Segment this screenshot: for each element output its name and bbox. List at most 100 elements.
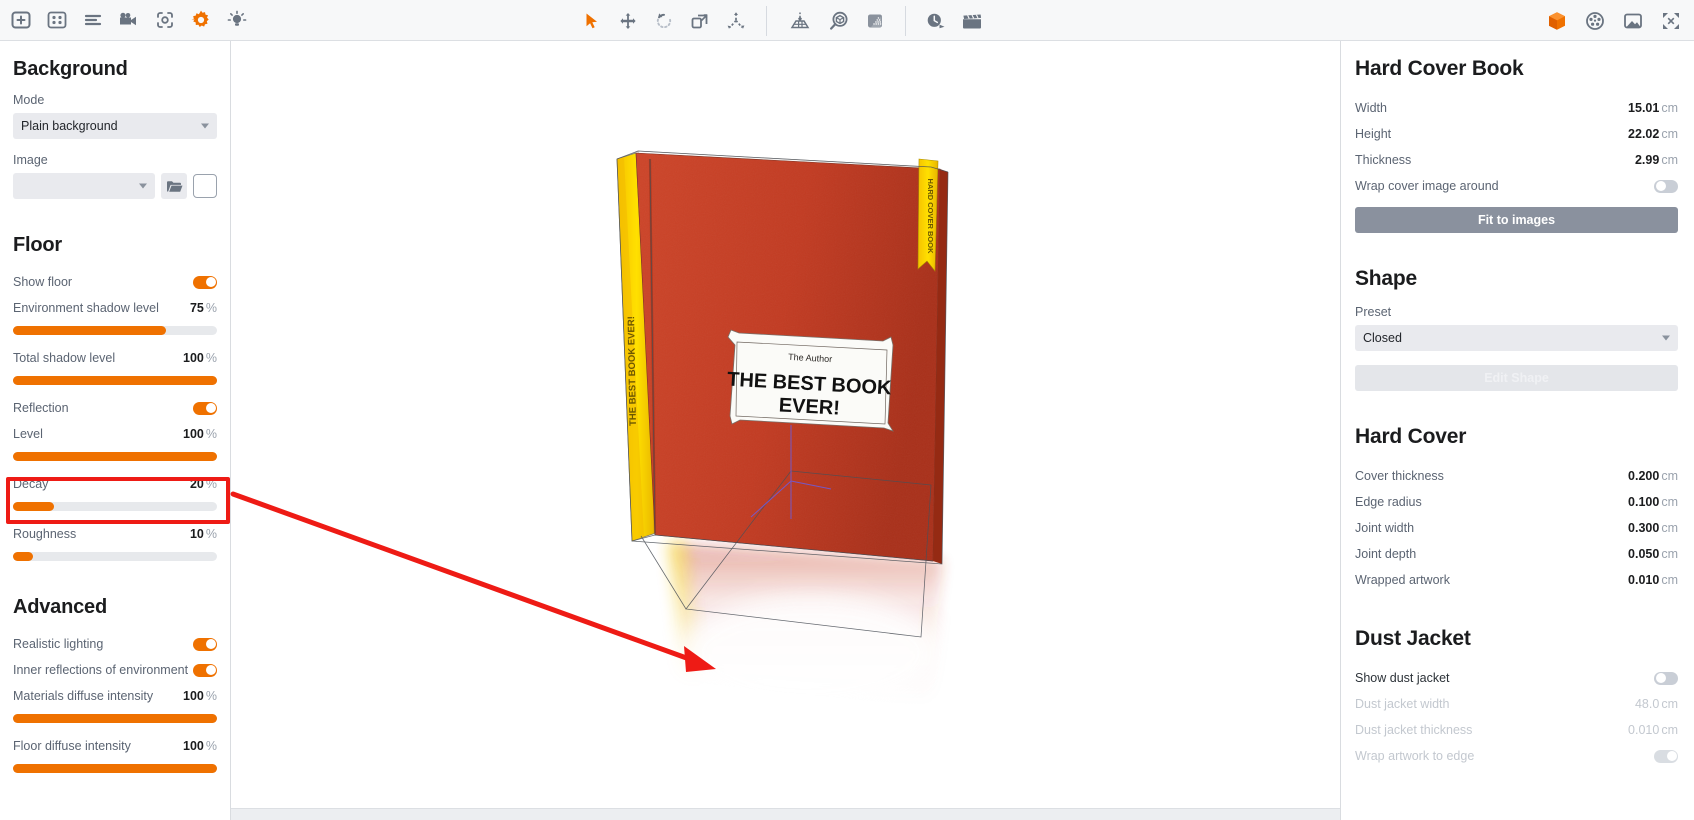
move-icon[interactable] (611, 4, 645, 38)
wrap-artwork-to-edge-row: Wrap artwork to edge (1355, 743, 1678, 769)
cover-thickness-value[interactable]: 0.200 (1628, 469, 1659, 483)
wrap-cover-label: Wrap cover image around (1355, 179, 1499, 193)
wrap-artwork-to-edge-label: Wrap artwork to edge (1355, 749, 1474, 763)
toolbar-center-group (575, 0, 989, 41)
toolbar-right-group (1540, 0, 1688, 41)
show-dust-jacket-label: Show dust jacket (1355, 671, 1450, 685)
preset-label: Preset (1355, 305, 1678, 319)
cover-thickness-unit: cm (1661, 469, 1678, 483)
snapshot-icon[interactable] (148, 3, 182, 37)
slider-fill (13, 714, 217, 723)
fit-to-images-button[interactable]: Fit to images (1355, 207, 1678, 233)
perspective-grid-icon[interactable] (780, 4, 820, 38)
joint-depth-value[interactable]: 0.050 (1628, 547, 1659, 561)
distribute-icon[interactable] (719, 4, 753, 38)
joint-width-label: Joint width (1355, 521, 1414, 535)
total-shadow-label: Total shadow level (13, 351, 115, 365)
width-value[interactable]: 15.01 (1628, 101, 1659, 115)
list-icon[interactable] (76, 3, 110, 37)
camera-icon[interactable] (112, 3, 146, 37)
light-bulb-icon[interactable] (220, 3, 254, 37)
image-panel-icon[interactable] (1616, 4, 1650, 38)
scale-icon[interactable] (683, 4, 717, 38)
joint-width-unit: cm (1661, 521, 1678, 535)
folder-open-icon[interactable] (161, 173, 187, 199)
wrap-artwork-to-edge-toggle (1654, 750, 1678, 763)
spine-text: THE BEST BOOK EVER! (626, 316, 639, 426)
inner-reflections-row: Inner reflections of environment (13, 657, 217, 683)
main-toolbar (0, 0, 1694, 41)
preset-select[interactable]: Closed (1355, 325, 1678, 351)
cover-thickness-row: Cover thickness 0.200cm (1355, 463, 1678, 489)
slider-fill (13, 552, 33, 561)
decay-unit: % (206, 477, 217, 491)
roughness-row: Roughness 10% (13, 521, 217, 547)
show-floor-label: Show floor (13, 275, 72, 289)
level-row: Level 100% (13, 421, 217, 447)
total-shadow-slider[interactable] (13, 376, 217, 385)
roughness-unit: % (206, 527, 217, 541)
dust-jacket-section-title: Dust Jacket (1355, 627, 1678, 651)
add-icon[interactable] (4, 3, 38, 37)
realistic-lighting-row: Realistic lighting (13, 631, 217, 657)
gradient-icon[interactable] (858, 4, 892, 38)
height-unit: cm (1661, 127, 1678, 141)
joint-width-value[interactable]: 0.300 (1628, 521, 1659, 535)
cover-thickness-label: Cover thickness (1355, 469, 1444, 483)
materials-diffuse-unit: % (206, 689, 217, 703)
wrapped-artwork-value[interactable]: 0.010 (1628, 573, 1659, 587)
toolbar-divider (766, 6, 767, 36)
left-settings-panel: Background Mode Plain background Image F (0, 41, 231, 820)
show-dust-jacket-row: Show dust jacket (1355, 665, 1678, 691)
history-icon[interactable] (919, 4, 953, 38)
materials-diffuse-row: Materials diffuse intensity 100% (13, 683, 217, 709)
image-label: Image (13, 153, 217, 167)
inner-reflections-label: Inner reflections of environment (13, 663, 188, 677)
realistic-lighting-toggle[interactable] (193, 638, 217, 651)
floor-diffuse-slider[interactable] (13, 764, 217, 773)
level-slider[interactable] (13, 452, 217, 461)
image-row (13, 173, 217, 199)
sphere-icon[interactable] (1578, 4, 1612, 38)
reflection-label: Reflection (13, 401, 69, 415)
select-cursor-icon[interactable] (575, 4, 609, 38)
toggle-knob (1667, 751, 1677, 761)
grid-layout-icon[interactable] (40, 3, 74, 37)
image-select[interactable] (13, 173, 155, 199)
roughness-slider[interactable] (13, 552, 217, 561)
thickness-value[interactable]: 2.99 (1635, 153, 1659, 167)
edge-radius-value[interactable]: 0.100 (1628, 495, 1659, 509)
floor-diffuse-row: Floor diffuse intensity 100% (13, 733, 217, 759)
zoom-object-icon[interactable] (822, 4, 856, 38)
toggle-knob (206, 403, 216, 413)
mode-select[interactable]: Plain background (13, 113, 217, 139)
show-floor-toggle[interactable] (193, 276, 217, 289)
gear-icon[interactable] (184, 3, 218, 37)
background-color-swatch[interactable] (193, 174, 217, 198)
object-section-title: Hard Cover Book (1355, 57, 1678, 81)
hard-cover-section-title: Hard Cover (1355, 425, 1678, 449)
toolbar-left-group (0, 3, 254, 37)
fullscreen-icon[interactable] (1654, 4, 1688, 38)
cover-label: The Author THE BEST BOOK EVER! (727, 330, 893, 431)
decay-slider[interactable] (13, 502, 217, 511)
height-value[interactable]: 22.02 (1628, 127, 1659, 141)
edge-radius-label: Edge radius (1355, 495, 1422, 509)
wrap-cover-toggle[interactable] (1654, 180, 1678, 193)
env-shadow-slider[interactable] (13, 326, 217, 335)
film-clapper-icon[interactable] (955, 4, 989, 38)
cube-icon[interactable] (1540, 4, 1574, 38)
decay-label: Decay (13, 477, 48, 491)
3d-viewport[interactable]: HARD COVER BOOK THE BEST BOOK EVER! (231, 41, 1340, 820)
inner-reflections-toggle[interactable] (193, 664, 217, 677)
slider-fill (13, 502, 54, 511)
edge-radius-row: Edge radius 0.100cm (1355, 489, 1678, 515)
show-dust-jacket-toggle[interactable] (1654, 672, 1678, 685)
chevron-down-icon (201, 124, 209, 129)
rotate-icon[interactable] (647, 4, 681, 38)
joint-depth-label: Joint depth (1355, 547, 1416, 561)
materials-diffuse-slider[interactable] (13, 714, 217, 723)
reflection-toggle[interactable] (193, 402, 217, 415)
materials-diffuse-label: Materials diffuse intensity (13, 689, 153, 703)
right-properties-panel: Hard Cover Book Width 15.01cm Height 22.… (1340, 41, 1694, 820)
